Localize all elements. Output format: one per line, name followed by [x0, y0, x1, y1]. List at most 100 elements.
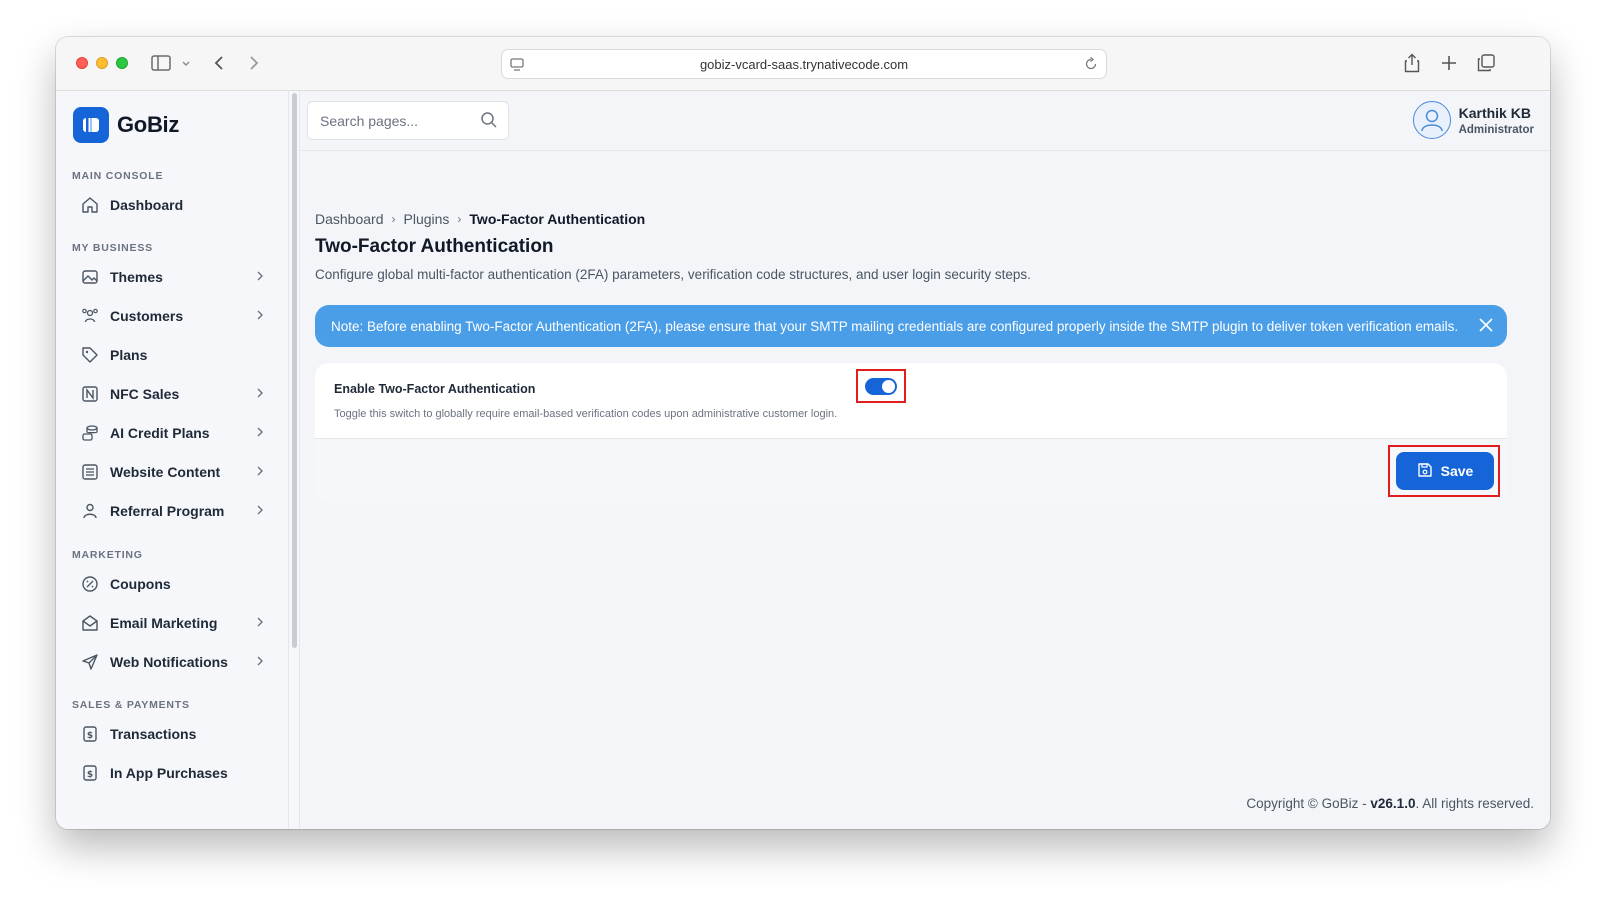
- users-icon: [80, 306, 100, 326]
- page-title: Two-Factor Authentication: [315, 236, 554, 257]
- chevron-right-icon: [256, 504, 264, 518]
- user-menu[interactable]: Karthik KB Administrator: [1412, 101, 1534, 139]
- search-icon[interactable]: [480, 111, 498, 134]
- section-main-console: MAIN CONSOLE: [72, 170, 164, 182]
- toggle-help-text: Toggle this switch to globally require e…: [334, 408, 838, 420]
- svg-text:$: $: [87, 770, 93, 780]
- url-text: gobiz-vcard-saas.trynativecode.com: [699, 56, 909, 72]
- discount-icon: [80, 574, 100, 594]
- copyright-prefix: Copyright © GoBiz -: [1246, 796, 1371, 811]
- sidebar-item-in-app-purchases[interactable]: $ In App Purchases: [72, 757, 272, 789]
- brand[interactable]: GoBiz: [73, 107, 179, 143]
- sidebar-item-label: Customers: [110, 308, 184, 324]
- settings-card: Enable Two-Factor Authentication Toggle …: [315, 363, 1507, 503]
- back-icon[interactable]: [210, 51, 228, 75]
- sidebar-item-label: Web Notifications: [110, 654, 228, 670]
- sidebar-item-label: Dashboard: [110, 197, 184, 213]
- chevron-right-icon: [256, 309, 264, 323]
- svg-text:$: $: [87, 731, 93, 741]
- sidebar-item-label: Themes: [110, 269, 163, 285]
- toggle-label: Enable Two-Factor Authentication: [334, 382, 536, 396]
- page-description: Configure global multi-factor authentica…: [315, 267, 1031, 282]
- user-name: Karthik KB: [1458, 104, 1531, 121]
- sidebar-item-nfc-sales[interactable]: NFC Sales: [72, 378, 272, 410]
- search-box[interactable]: [307, 101, 509, 140]
- sidebar-item-website-content[interactable]: Website Content: [72, 456, 272, 488]
- sidebar-item-referral-program[interactable]: Referral Program: [72, 495, 272, 527]
- document-icon: [80, 462, 100, 482]
- close-icon[interactable]: [1477, 316, 1495, 337]
- sidebar-item-email-marketing[interactable]: Email Marketing: [72, 607, 272, 639]
- section-sales-payments: SALES & PAYMENTS: [72, 699, 190, 711]
- save-button[interactable]: Save: [1396, 452, 1494, 490]
- breadcrumb-current: Two-Factor Authentication: [469, 211, 646, 227]
- sidebar-item-coupons[interactable]: Coupons: [72, 568, 272, 600]
- main-content: Karthik KB Administrator Dashboard › Plu…: [300, 91, 1550, 829]
- breadcrumb-separator: ›: [457, 212, 462, 226]
- receipt-icon: $: [80, 724, 100, 744]
- maximize-window-button[interactable]: [116, 57, 128, 69]
- sidebar-item-label: AI Credit Plans: [110, 425, 210, 441]
- sidebar-item-plans[interactable]: Plans: [72, 339, 272, 371]
- home-icon: [80, 195, 100, 215]
- sidebar-item-label: Email Marketing: [110, 615, 218, 631]
- share-icon[interactable]: [1402, 51, 1422, 75]
- section-my-business: MY BUSINESS: [72, 242, 153, 254]
- minimize-window-button[interactable]: [96, 57, 108, 69]
- sidebar-item-label: Transactions: [110, 726, 197, 742]
- sidebar-item-label: Plans: [110, 347, 148, 363]
- sidebar-item-label: Coupons: [110, 576, 171, 592]
- nfc-icon: [80, 384, 100, 404]
- sidebar-item-customers[interactable]: Customers: [72, 300, 272, 332]
- tab-overview-icon[interactable]: [1476, 51, 1496, 75]
- sidebar-item-themes[interactable]: Themes: [72, 261, 272, 293]
- close-window-button[interactable]: [76, 57, 88, 69]
- send-icon: [80, 652, 100, 672]
- app-version: v26.1.0: [1370, 796, 1416, 811]
- breadcrumb-separator: ›: [391, 212, 396, 226]
- sidebar-toggle-icon[interactable]: [150, 51, 172, 75]
- chevron-right-icon: [256, 465, 264, 479]
- forward-icon[interactable]: [245, 51, 263, 75]
- topbar: Karthik KB Administrator: [300, 91, 1550, 151]
- avatar: [1412, 101, 1451, 139]
- chevron-down-icon[interactable]: [180, 51, 192, 75]
- card-footer: Save: [315, 439, 1507, 503]
- toggle-knob: [882, 380, 895, 393]
- chevron-right-icon: [256, 616, 264, 630]
- breadcrumb: Dashboard › Plugins › Two-Factor Authent…: [315, 211, 645, 227]
- site-settings-icon[interactable]: [510, 56, 524, 75]
- user-role: Administrator: [1458, 123, 1534, 136]
- address-bar[interactable]: gobiz-vcard-saas.trynativecode.com: [501, 49, 1107, 79]
- save-icon: [1417, 462, 1433, 481]
- note-text: Note: Before enabling Two-Factor Authent…: [331, 318, 1459, 334]
- sidebar-item-transactions[interactable]: $ Transactions: [72, 718, 272, 750]
- copyright-suffix: . All rights reserved.: [1415, 796, 1534, 811]
- copyright-footer: Copyright © GoBiz - v26.1.0. All rights …: [1246, 796, 1534, 811]
- sidebar-item-web-notifications[interactable]: Web Notifications: [72, 646, 272, 678]
- section-marketing: MARKETING: [72, 549, 143, 561]
- chevron-right-icon: [256, 426, 264, 440]
- enable-2fa-toggle[interactable]: [865, 378, 897, 395]
- breadcrumb-dashboard[interactable]: Dashboard: [315, 211, 384, 227]
- chevron-right-icon: [256, 270, 264, 284]
- sidebar-item-ai-credit-plans[interactable]: AI Credit Plans: [72, 417, 272, 449]
- breadcrumb-plugins[interactable]: Plugins: [404, 211, 450, 227]
- sidebar-scrollbar[interactable]: [289, 91, 300, 829]
- save-highlight: Save: [1388, 445, 1500, 497]
- sidebar-item-label: In App Purchases: [110, 765, 228, 781]
- reload-icon[interactable]: [1084, 56, 1098, 75]
- save-button-label: Save: [1440, 463, 1474, 479]
- chevron-right-icon: [256, 387, 264, 401]
- tag-icon: [80, 345, 100, 365]
- sidebar-scroll-thumb[interactable]: [292, 93, 297, 648]
- search-input[interactable]: [308, 102, 478, 139]
- new-tab-icon[interactable]: [1439, 51, 1459, 75]
- sidebar-item-label: Referral Program: [110, 503, 225, 519]
- mail-icon: [80, 613, 100, 633]
- sidebar: GoBiz MAIN CONSOLE Dashboard MY BUSINESS…: [56, 91, 289, 829]
- image-icon: [80, 267, 100, 287]
- card-body: Enable Two-Factor Authentication Toggle …: [315, 363, 1507, 439]
- smtp-note-alert: Note: Before enabling Two-Factor Authent…: [315, 305, 1507, 347]
- sidebar-item-dashboard[interactable]: Dashboard: [72, 189, 272, 221]
